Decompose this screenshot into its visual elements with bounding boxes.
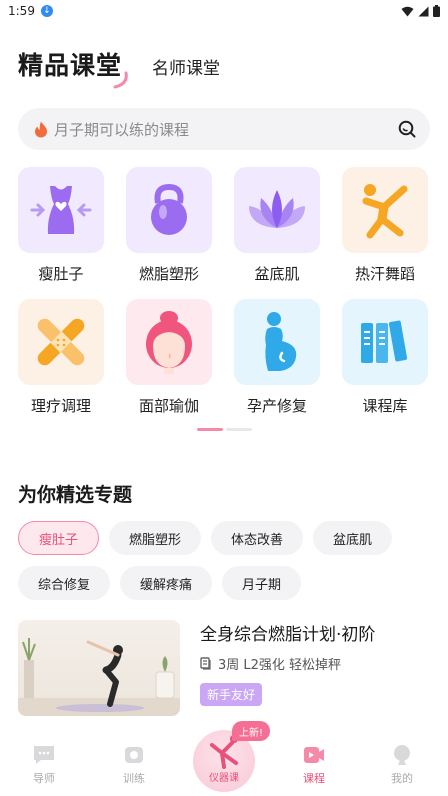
battery-icon: [433, 5, 440, 17]
books-icon: [361, 320, 408, 363]
category-tile: [126, 299, 212, 385]
tab-premium-courses[interactable]: 精品课堂: [18, 46, 128, 89]
chip-row: 综合修复 缓解疼痛 月子期: [18, 566, 430, 600]
category-tile: [18, 299, 104, 385]
chip-fat-burn-shaping[interactable]: 燃脂塑形: [109, 521, 202, 555]
nav-label: 训练: [123, 772, 145, 785]
new-content-badge: 上新!: [232, 721, 271, 741]
category-label: 面部瑜伽: [138, 397, 199, 415]
lotus-icon: [249, 190, 305, 228]
chip-row: 瘦肚子 燃脂塑形 体态改善 盆底肌: [18, 521, 430, 555]
bandage-icon: [37, 318, 85, 366]
section-title: 为你精选专题: [18, 480, 132, 507]
tab-famous-teacher-courses[interactable]: 名师课堂: [152, 54, 220, 82]
chip-pain-relief[interactable]: 缓解疼痛: [120, 566, 213, 600]
dancer-icon: [362, 184, 408, 239]
category-label: 理疗调理: [30, 397, 91, 415]
nav-profile[interactable]: 我的: [372, 744, 432, 786]
kettlebell-icon: [151, 183, 187, 235]
category-label: 盆底肌: [254, 265, 300, 283]
flame-icon: [35, 121, 47, 137]
chip-comprehensive-recovery[interactable]: 综合修复: [18, 566, 111, 600]
category-label: 燃脂塑形: [138, 265, 199, 283]
bottom-nav: 导师 训练 仪器课 课程 我的: [0, 730, 448, 796]
course-meta: 3周 L2强化 轻松掉秤: [200, 654, 375, 673]
category-label: 孕产修复: [246, 397, 307, 415]
pager-dot-active: [197, 428, 223, 431]
category-tile: [342, 167, 428, 253]
status-bar: 1:59 ↓: [0, 0, 448, 22]
course-card[interactable]: 全身综合燃脂计划·初阶 3周 L2强化 轻松掉秤 新手友好: [18, 620, 430, 716]
signal-icon: [418, 6, 429, 16]
nav-tutor[interactable]: 导师: [14, 744, 74, 786]
category-maternity-recovery[interactable]: 孕产修复: [234, 299, 320, 431]
category-pelvic-floor[interactable]: 盆底肌: [234, 167, 320, 299]
pregnant-icon: [265, 312, 297, 371]
category-label: 瘦肚子: [38, 265, 84, 283]
category-course-library[interactable]: 课程库: [342, 299, 428, 431]
status-time: 1:59: [8, 4, 35, 18]
chip-posture-improvement[interactable]: 体态改善: [211, 521, 304, 555]
nav-label: 导师: [33, 772, 55, 785]
video-play-icon: [304, 747, 324, 763]
category-physiotherapy[interactable]: 理疗调理: [18, 299, 104, 431]
category-tile: [342, 299, 428, 385]
category-pager: [197, 428, 252, 431]
category-label: 热汗舞蹈: [354, 265, 415, 283]
search-placeholder: 月子期可以练的课程: [54, 120, 190, 139]
category-slim-belly[interactable]: 瘦肚子: [18, 167, 104, 299]
course-thumbnail: [18, 620, 180, 716]
header-tabs: 精品课堂 名师课堂: [18, 46, 220, 89]
course-badge: 新手友好: [200, 683, 263, 706]
chip-pelvic-floor[interactable]: 盆底肌: [313, 521, 393, 555]
nav-label: 课程: [303, 772, 325, 785]
nav-courses[interactable]: 课程: [284, 744, 344, 786]
tab-premium-courses-label: 精品课堂: [18, 51, 123, 80]
search-icon[interactable]: [398, 120, 416, 138]
active-tab-swoosh-icon: [113, 71, 128, 89]
wifi-icon: [401, 6, 414, 16]
category-grid: 瘦肚子 燃脂塑形 盆底肌 热汗舞蹈 理疗调理 面部瑜伽 孕产修复 课程库: [18, 167, 430, 431]
topic-chips: 瘦肚子 燃脂塑形 体态改善 盆底肌 综合修复 缓解疼痛 月子期: [18, 521, 430, 611]
course-meta-text: 3周 L2强化 轻松掉秤: [218, 658, 342, 673]
chip-postpartum-confinement[interactable]: 月子期: [222, 566, 302, 600]
search-bar[interactable]: 月子期可以练的课程: [18, 108, 430, 150]
category-face-yoga[interactable]: 面部瑜伽: [126, 299, 212, 431]
course-title: 全身综合燃脂计划·初阶: [200, 625, 376, 645]
category-tile: [234, 167, 320, 253]
chat-bubble-icon: [34, 746, 54, 764]
nav-training[interactable]: 训练: [104, 744, 164, 786]
nav-label: 我的: [391, 772, 413, 785]
document-icon: [200, 657, 211, 670]
category-label: 课程库: [362, 397, 408, 415]
category-fat-burn-shaping[interactable]: 燃脂塑形: [126, 167, 212, 299]
category-tile: [126, 167, 212, 253]
profile-icon: [394, 745, 410, 765]
category-tile: [18, 167, 104, 253]
section-title-text: 为你精选专题: [18, 484, 133, 506]
category-sweat-dance[interactable]: 热汗舞蹈: [342, 167, 428, 299]
course-thumbnail-illustration: [18, 638, 180, 716]
face-icon: [146, 311, 192, 374]
course-info: 全身综合燃脂计划·初阶 3周 L2强化 轻松掉秤 新手友好: [200, 620, 375, 716]
download-icon: ↓: [40, 5, 53, 17]
dumbbell-icon: [125, 747, 143, 763]
chip-slim-belly[interactable]: 瘦肚子: [18, 521, 100, 555]
waist-shape-icon: [30, 186, 92, 234]
pager-dot: [226, 428, 252, 431]
category-tile: [234, 299, 320, 385]
nav-label: 仪器课: [209, 773, 239, 784]
